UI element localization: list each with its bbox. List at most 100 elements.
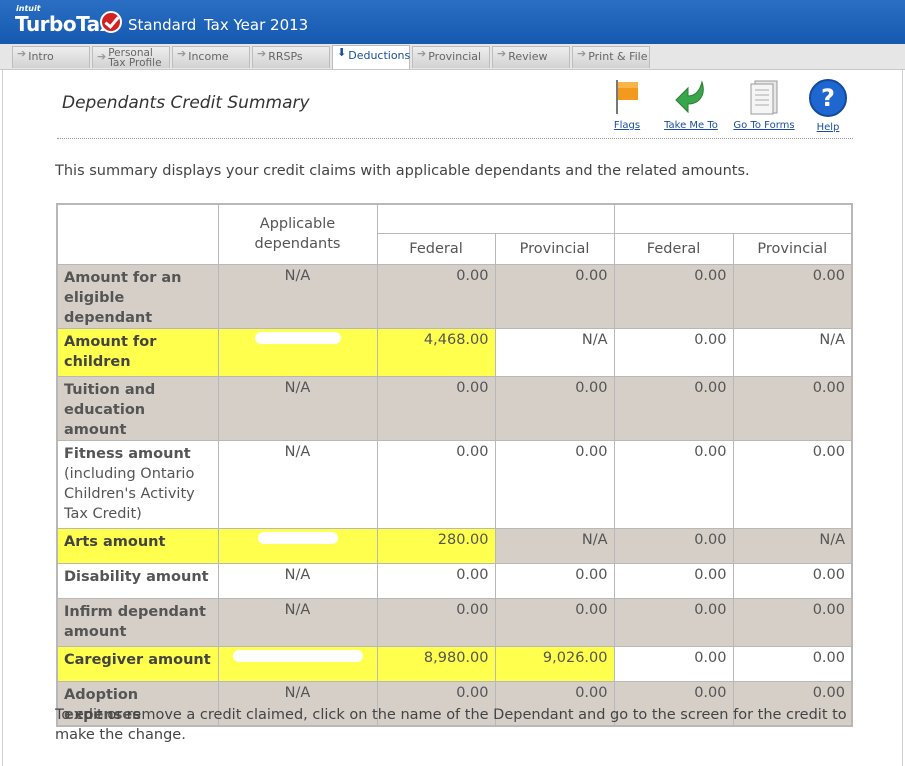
tab-provincial[interactable]: ➔ Provincial xyxy=(412,46,490,68)
table-row: Arts amount 280.00 N/A 0.00 N/A xyxy=(56,527,853,564)
arrow-right-icon: ➔ xyxy=(577,47,587,60)
row-label[interactable]: Arts amount xyxy=(56,527,219,564)
take-me-to-button[interactable]: Take Me To xyxy=(662,78,720,131)
return-arrow-icon xyxy=(675,80,704,114)
provincial-amount: 0.00 xyxy=(494,375,615,441)
header-federal: Federal xyxy=(613,232,734,265)
dependants-cell: N/A xyxy=(217,597,378,647)
dependants-cell: N/A xyxy=(217,375,378,441)
redacted-name xyxy=(257,531,338,544)
header-group-2 xyxy=(613,203,853,234)
row-label[interactable]: Caregiver amount xyxy=(56,645,219,682)
forms-icon xyxy=(750,80,778,115)
app-header: intuit TurboTax Standard Tax Year 2013 xyxy=(0,0,905,44)
tab-review[interactable]: ➔ Review xyxy=(492,46,570,68)
svg-text:?: ? xyxy=(821,84,835,112)
tab-deductions[interactable]: ⬇ Deductions xyxy=(332,45,410,69)
edition-label: Standard xyxy=(128,16,197,34)
arrow-down-icon: ⬇ xyxy=(337,46,347,59)
header-applicable-dependants: Applicable dependants xyxy=(217,203,378,265)
row-label: Fitness amount (including Ontario Childr… xyxy=(56,439,219,529)
federal-amount: 0.00 xyxy=(613,263,734,329)
provincial-amount: 0.00 xyxy=(732,597,853,647)
provincial-amount: 0.00 xyxy=(732,562,853,599)
row-label: Disability amount xyxy=(56,562,219,599)
turbotax-logo: TurboTax xyxy=(15,12,113,36)
provincial-amount: N/A xyxy=(732,527,853,564)
intro-text: This summary displays your credit claims… xyxy=(55,163,750,179)
tab-print-file[interactable]: ➔ Print & File xyxy=(572,46,650,68)
federal-amount: 0.00 xyxy=(376,439,496,529)
header-group-1 xyxy=(376,203,615,234)
federal-amount: 0.00 xyxy=(613,645,734,682)
arrow-right-icon: ➔ xyxy=(17,47,27,60)
federal-amount: 0.00 xyxy=(613,439,734,529)
table-row: Amount for an eligible dependant N/A 0.0… xyxy=(56,263,853,329)
go-to-forms-button[interactable]: Go To Forms xyxy=(732,78,796,131)
dependants-cell[interactable] xyxy=(217,645,378,682)
redacted-name xyxy=(232,649,363,662)
help-icon: ? xyxy=(809,79,847,117)
help-button[interactable]: ? Help xyxy=(806,78,850,133)
flag-icon xyxy=(616,80,638,114)
arrow-right-icon: ➔ xyxy=(497,47,507,60)
federal-amount: 0.00 xyxy=(613,327,734,377)
dependants-cell: N/A xyxy=(217,562,378,599)
federal-amount: 0.00 xyxy=(613,562,734,599)
tab-income[interactable]: ➔ Income xyxy=(172,46,250,68)
dependants-cell: N/A xyxy=(217,439,378,529)
provincial-amount: 0.00 xyxy=(494,562,615,599)
tax-year-label: Tax Year 2013 xyxy=(204,16,309,34)
table-row: Infirm dependant amount N/A 0.00 0.00 0.… xyxy=(56,597,853,647)
provincial-amount: N/A xyxy=(494,527,615,564)
arrow-right-icon: ➔ xyxy=(97,50,107,63)
federal-amount: 4,468.00 xyxy=(376,327,496,377)
federal-amount: 0.00 xyxy=(376,597,496,647)
table-row: Fitness amount (including Ontario Childr… xyxy=(56,439,853,529)
header-provincial: Provincial xyxy=(494,232,615,265)
provincial-amount: 0.00 xyxy=(494,263,615,329)
header-federal: Federal xyxy=(376,232,496,265)
federal-amount: 8,980.00 xyxy=(376,645,496,682)
table-row: Tuition and education amount N/A 0.00 0.… xyxy=(56,375,853,441)
row-label: Tuition and education amount xyxy=(56,375,219,441)
footer-instructions: To edit or remove a credit claimed, clic… xyxy=(55,707,847,743)
provincial-amount: 0.00 xyxy=(494,439,615,529)
header-provincial: Provincial xyxy=(732,232,853,265)
federal-amount: 0.00 xyxy=(376,263,496,329)
arrow-right-icon: ➔ xyxy=(417,47,427,60)
provincial-amount: 0.00 xyxy=(732,375,853,441)
header-blank xyxy=(56,203,219,265)
title-divider xyxy=(57,138,853,139)
row-label[interactable]: Amount for children xyxy=(56,327,219,377)
tab-intro[interactable]: ➔ Intro xyxy=(12,46,90,68)
federal-amount: 0.00 xyxy=(613,597,734,647)
table-row: Disability amount N/A 0.00 0.00 0.00 0.0… xyxy=(56,562,853,599)
federal-amount: 0.00 xyxy=(376,562,496,599)
tab-personal-tax-profile[interactable]: ➔ Personal Tax Profile xyxy=(92,46,170,68)
dependants-cell[interactable] xyxy=(217,527,378,564)
checkmark-logo-icon xyxy=(100,11,122,33)
federal-amount: 0.00 xyxy=(613,375,734,441)
provincial-amount: 0.00 xyxy=(732,645,853,682)
tab-rrsps[interactable]: ➔ RRSPs xyxy=(252,46,330,68)
table-row: Caregiver amount 8,980.00 9,026.00 0.00 … xyxy=(56,645,853,682)
provincial-amount: 0.00 xyxy=(732,263,853,329)
federal-amount: 0.00 xyxy=(376,375,496,441)
row-label: Amount for an eligible dependant xyxy=(56,263,219,329)
credit-summary-table: Applicable dependants Federal Provincial… xyxy=(56,203,853,727)
dependants-cell[interactable] xyxy=(217,327,378,377)
federal-amount: 0.00 xyxy=(613,527,734,564)
provincial-amount: 9,026.00 xyxy=(494,645,615,682)
arrow-right-icon: ➔ xyxy=(257,47,267,60)
tab-bar: ➔ Intro ➔ Personal Tax Profile ➔ Income ➔ RRS… xyxy=(0,44,905,70)
flags-button[interactable]: Flags xyxy=(610,78,644,131)
row-sublabel: (including Ontario Children's Activity T… xyxy=(64,465,195,522)
provincial-amount: 0.00 xyxy=(732,439,853,529)
provincial-amount: N/A xyxy=(732,327,853,377)
dependants-cell: N/A xyxy=(217,263,378,329)
page-title: Dependants Credit Summary xyxy=(62,93,310,113)
table-row: Amount for children 4,468.00 N/A 0.00 N/… xyxy=(56,327,853,377)
redacted-name xyxy=(254,331,341,344)
provincial-amount: N/A xyxy=(494,327,615,377)
